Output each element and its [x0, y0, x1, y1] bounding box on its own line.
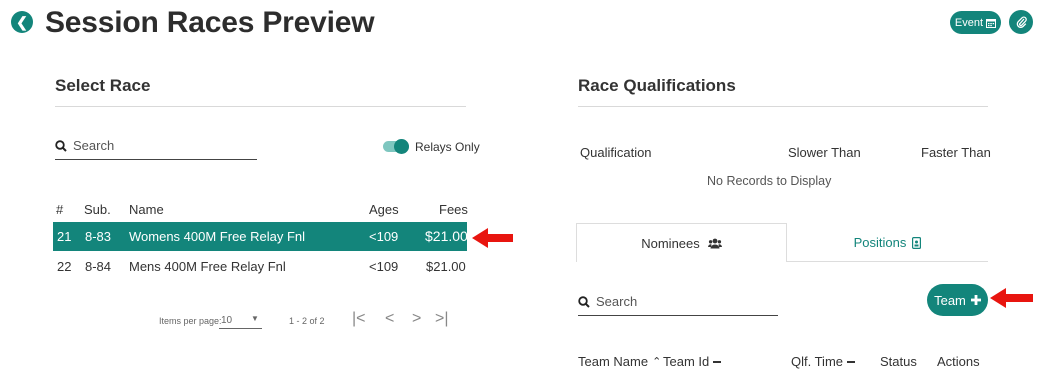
- last-page-icon[interactable]: >|: [435, 310, 449, 328]
- col-header-team-id[interactable]: Team Id: [663, 354, 722, 369]
- arrow-shaft: [1005, 294, 1033, 302]
- col-header-team-name[interactable]: Team Name ⌃: [578, 354, 661, 369]
- page-title: Session Races Preview: [45, 6, 375, 39]
- col-header-qualification: Qualification: [580, 145, 652, 160]
- relays-only-toggle[interactable]: [382, 139, 410, 155]
- empty-records-message: No Records to Display: [707, 174, 832, 188]
- attach-button[interactable]: [1009, 10, 1033, 34]
- row-name: Womens 400M Free Relay Fnl: [129, 229, 306, 244]
- col-header-qlf-time-label: Qlf. Time: [791, 354, 844, 369]
- pointer-arrow-row: [472, 228, 514, 248]
- row-num: 21: [57, 229, 72, 244]
- col-header-team-name-label: Team Name: [578, 354, 649, 369]
- row-sub: 8-83: [85, 229, 112, 244]
- event-button[interactable]: Event: [950, 11, 1001, 34]
- search-icon: [578, 295, 590, 308]
- row-fees: $21.00: [426, 259, 466, 274]
- relays-only-label: Relays Only: [415, 140, 480, 154]
- race-qualifications-divider: [578, 106, 988, 107]
- select-race-title: Select Race: [55, 76, 151, 95]
- col-header-num: #: [56, 202, 64, 217]
- select-race-divider: [55, 106, 466, 107]
- row-ages: <109: [369, 259, 399, 274]
- tab-nominees-label: Nominees: [641, 235, 700, 251]
- table-row[interactable]: 22 8-84 Mens 400M Free Relay Fnl <109 $2…: [53, 251, 467, 280]
- calendar-icon: [986, 18, 997, 28]
- tabs-underline: [787, 261, 988, 262]
- sort-none-icon: [713, 360, 722, 363]
- items-per-page-value: 10: [221, 315, 233, 326]
- items-per-page-label: Items per page:: [159, 316, 222, 326]
- col-header-actions: Actions: [937, 354, 980, 369]
- arrow-head: [472, 228, 488, 248]
- row-sub: 8-84: [85, 259, 112, 274]
- tab-nominees[interactable]: Nominees: [576, 223, 787, 262]
- next-page-icon[interactable]: >: [412, 310, 421, 328]
- race-search-underline: [55, 159, 257, 160]
- nominee-search-input[interactable]: Search: [578, 294, 637, 309]
- row-num: 22: [57, 259, 72, 274]
- users-icon: [707, 238, 722, 248]
- paperclip-icon: [1016, 16, 1027, 28]
- nominee-search-placeholder: Search: [596, 294, 638, 309]
- event-button-label: Event: [954, 16, 984, 29]
- row-fees: $21.00: [425, 228, 468, 244]
- arrow-head: [990, 288, 1006, 308]
- sort-none-icon: [847, 360, 856, 363]
- col-header-status: Status: [880, 354, 917, 369]
- sort-ascending-icon: ⌃: [652, 356, 662, 368]
- col-header-sub: Sub.: [84, 202, 111, 217]
- col-header-qlf-time[interactable]: Qlf. Time: [791, 354, 856, 369]
- col-header-name: Name: [129, 202, 164, 217]
- back-button[interactable]: ❮: [11, 11, 33, 33]
- select-underline: [219, 328, 262, 329]
- arrow-left-icon: ❮: [16, 13, 28, 30]
- row-ages: <109: [369, 229, 399, 244]
- tab-positions[interactable]: Positions: [787, 223, 988, 262]
- first-page-icon[interactable]: |<: [352, 310, 366, 328]
- col-header-ages: Ages: [369, 202, 399, 217]
- page-range-label: 1 - 2 of 2: [289, 316, 325, 326]
- plus-icon: [970, 295, 981, 305]
- race-search-input[interactable]: Search: [55, 138, 114, 153]
- search-icon: [55, 139, 67, 152]
- col-header-faster-than: Faster Than: [921, 145, 991, 160]
- table-row-selected[interactable]: 21 8-83 Womens 400M Free Relay Fnl <109 …: [53, 222, 468, 251]
- arrow-shaft: [487, 234, 513, 242]
- pointer-arrow-team: [990, 288, 1034, 308]
- col-header-slower-than: Slower Than: [788, 145, 861, 160]
- add-team-button[interactable]: Team: [927, 284, 988, 316]
- team-button-label: Team: [934, 292, 966, 308]
- race-search-placeholder: Search: [73, 138, 115, 153]
- race-qualifications-title: Race Qualifications: [578, 76, 736, 95]
- items-per-page-select[interactable]: 10 ▼: [219, 311, 262, 329]
- prev-page-icon[interactable]: <: [385, 310, 394, 328]
- toggle-knob: [394, 139, 409, 154]
- col-header-fees: Fees: [439, 202, 468, 217]
- col-header-team-id-label: Team Id: [663, 354, 710, 369]
- id-badge-icon: [912, 236, 922, 249]
- row-name: Mens 400M Free Relay Fnl: [129, 259, 286, 274]
- nominee-search-underline: [578, 315, 778, 316]
- dropdown-arrow-icon: ▼: [251, 314, 259, 323]
- tab-positions-label: Positions: [853, 235, 907, 250]
